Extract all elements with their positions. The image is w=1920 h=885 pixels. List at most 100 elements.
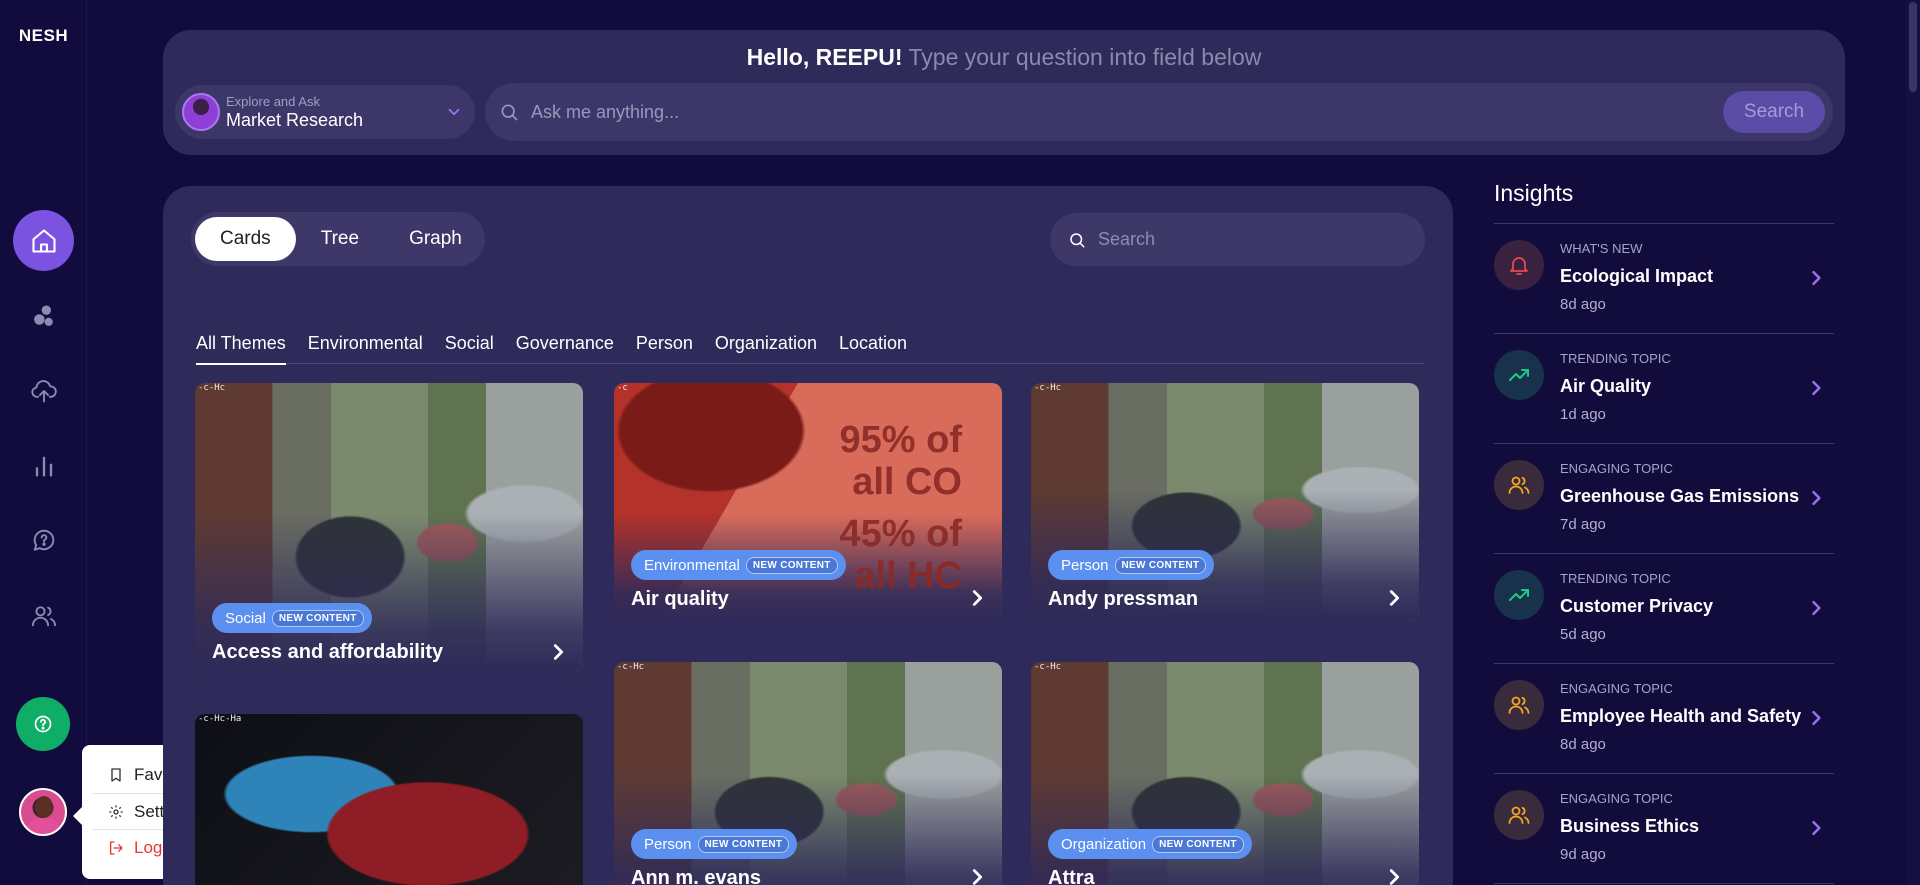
card-image xyxy=(1031,383,1419,621)
ask-input[interactable] xyxy=(531,101,1631,123)
tab-all-themes[interactable]: All Themes xyxy=(196,322,286,365)
card-tag-label: Person xyxy=(1061,556,1109,574)
chevron-right-icon[interactable] xyxy=(966,587,988,609)
tab-environmental[interactable]: Environmental xyxy=(308,322,423,364)
insight-item[interactable]: WHAT'S NEW Ecological Impact 8d ago xyxy=(1494,224,1834,334)
nav-upload-button[interactable] xyxy=(13,360,74,421)
chevron-right-icon[interactable] xyxy=(1806,818,1826,838)
insight-item[interactable]: TRENDING TOPIC Air Quality 1d ago xyxy=(1494,334,1834,444)
search-icon xyxy=(1070,232,1085,247)
insight-name: Customer Privacy xyxy=(1560,596,1714,616)
nav-home-button[interactable] xyxy=(13,210,74,271)
image-caption: -c-Hc xyxy=(1034,662,1062,672)
insight-icon-wrap xyxy=(1494,350,1544,400)
greeting: Hello, REEPU! Type your question into fi… xyxy=(163,44,1845,71)
chevron-down-icon xyxy=(448,108,460,116)
users-icon xyxy=(1507,473,1531,497)
help-button[interactable] xyxy=(16,697,70,751)
insight-icon-wrap xyxy=(1494,460,1544,510)
card-tag: Person NEW CONTENT xyxy=(1048,550,1215,580)
image-text-line: all HC xyxy=(854,555,962,597)
insights-panel: Insights WHAT'S NEW Ecological Impact 8d… xyxy=(1494,180,1834,884)
bookmark-icon xyxy=(111,768,121,782)
card-tag-label: Social xyxy=(225,609,266,627)
image-text-line: all CO xyxy=(852,461,962,503)
help-icon xyxy=(34,715,52,733)
users-icon xyxy=(31,605,56,626)
insight-kind: ENGAGING TOPIC xyxy=(1560,791,1673,806)
tab-location[interactable]: Location xyxy=(839,322,907,364)
card-tag: Organization NEW CONTENT xyxy=(1048,829,1252,859)
logout-icon xyxy=(110,840,123,855)
image-caption: -c-Hc xyxy=(198,383,226,393)
chevron-right-icon[interactable] xyxy=(1806,598,1826,618)
ask-panel: Hello, REEPU! Type your question into fi… xyxy=(163,30,1845,155)
chevron-right-icon[interactable] xyxy=(1806,708,1826,728)
insight-icon-wrap xyxy=(1494,570,1544,620)
insights-title: Insights xyxy=(1494,180,1574,206)
ask-input-bar: Search xyxy=(485,83,1833,141)
card-title: Ann m. evans xyxy=(631,867,762,885)
new-content-badge: NEW CONTENT xyxy=(1152,835,1244,853)
insight-kind: TRENDING TOPIC xyxy=(1560,351,1671,366)
nav-questions-button[interactable] xyxy=(13,510,74,571)
insight-item[interactable]: ENGAGING TOPIC Business Ethics 9d ago xyxy=(1494,774,1834,884)
scrollbar-thumb[interactable] xyxy=(1909,2,1917,92)
avatar-face xyxy=(35,796,53,818)
insight-name: Greenhouse Gas Emissions xyxy=(1560,486,1800,506)
chevron-right-icon[interactable] xyxy=(1806,488,1826,508)
cards-search-bar xyxy=(1050,213,1425,266)
explore-dropdown[interactable]: Explore and Ask Market Research xyxy=(175,85,475,139)
card-title: Access and affordability xyxy=(212,641,444,663)
topic-card[interactable]: -c-Hc-Ha xyxy=(195,714,583,885)
new-content-badge: NEW CONTENT xyxy=(697,835,790,853)
cards-search-input[interactable] xyxy=(1098,229,1398,250)
nav-people-button[interactable] xyxy=(13,585,74,646)
card-tag-label: Environmental xyxy=(644,556,740,574)
chevron-right-icon[interactable] xyxy=(547,641,569,663)
tab-tree[interactable]: Tree xyxy=(296,217,384,261)
insight-item[interactable]: TRENDING TOPIC Customer Privacy 5d ago xyxy=(1494,554,1834,664)
topic-card[interactable]: -c-Hc Person NEW CONTENT Ann m. evans xyxy=(614,662,1002,885)
image-caption: -c xyxy=(617,383,628,393)
tab-organization[interactable]: Organization xyxy=(715,322,817,364)
bell-icon xyxy=(1507,253,1531,277)
insight-kind: ENGAGING TOPIC xyxy=(1560,681,1673,696)
card-image xyxy=(195,714,583,885)
nav-topics-button[interactable] xyxy=(13,285,74,346)
topic-card[interactable]: 95% of all CO 45% of all HC -c Environme… xyxy=(614,383,1002,621)
topic-card[interactable]: -c-Hc Social NEW CONTENT Access and affo… xyxy=(195,383,583,673)
nav-analytics-button[interactable] xyxy=(13,435,74,496)
insight-item[interactable]: ENGAGING TOPIC Employee Health and Safet… xyxy=(1494,664,1834,774)
insight-name: Employee Health and Safety xyxy=(1560,706,1802,726)
chevron-right-icon[interactable] xyxy=(1383,866,1405,885)
user-avatar[interactable] xyxy=(19,788,67,836)
ask-search-button[interactable]: Search xyxy=(1723,91,1825,133)
image-caption: -c-Hc-Ha xyxy=(198,714,242,724)
bubbles-icon xyxy=(33,305,53,326)
insight-time: 8d ago xyxy=(1560,296,1606,313)
chat-question-icon xyxy=(33,529,54,551)
topic-card[interactable]: -c-Hc Person NEW CONTENT Andy pressman xyxy=(1031,383,1419,621)
gear-icon xyxy=(109,804,123,819)
chevron-right-icon[interactable] xyxy=(1806,378,1826,398)
tab-social[interactable]: Social xyxy=(445,322,494,364)
insight-icon-wrap xyxy=(1494,790,1544,840)
insight-name: Air Quality xyxy=(1560,376,1652,396)
new-content-badge: NEW CONTENT xyxy=(1114,556,1207,574)
explore-label: Explore and Ask xyxy=(226,93,320,109)
search-icon xyxy=(501,104,518,121)
tab-graph[interactable]: Graph xyxy=(384,217,487,261)
topic-card[interactable]: -c-Hc Organization NEW CONTENT Attra xyxy=(1031,662,1419,885)
card-tag: Person NEW CONTENT xyxy=(631,829,798,859)
tab-person[interactable]: Person xyxy=(636,322,693,364)
tab-governance[interactable]: Governance xyxy=(516,322,614,364)
chevron-right-icon[interactable] xyxy=(1806,268,1826,288)
insight-item[interactable]: ENGAGING TOPIC Greenhouse Gas Emissions … xyxy=(1494,444,1834,554)
image-text-line: 45% of xyxy=(839,513,962,555)
tab-cards[interactable]: Cards xyxy=(195,217,296,261)
chevron-right-icon[interactable] xyxy=(1383,587,1405,609)
chevron-right-icon[interactable] xyxy=(966,866,988,885)
page-scrollbar[interactable] xyxy=(1906,0,1920,885)
insight-icon-wrap xyxy=(1494,240,1544,290)
